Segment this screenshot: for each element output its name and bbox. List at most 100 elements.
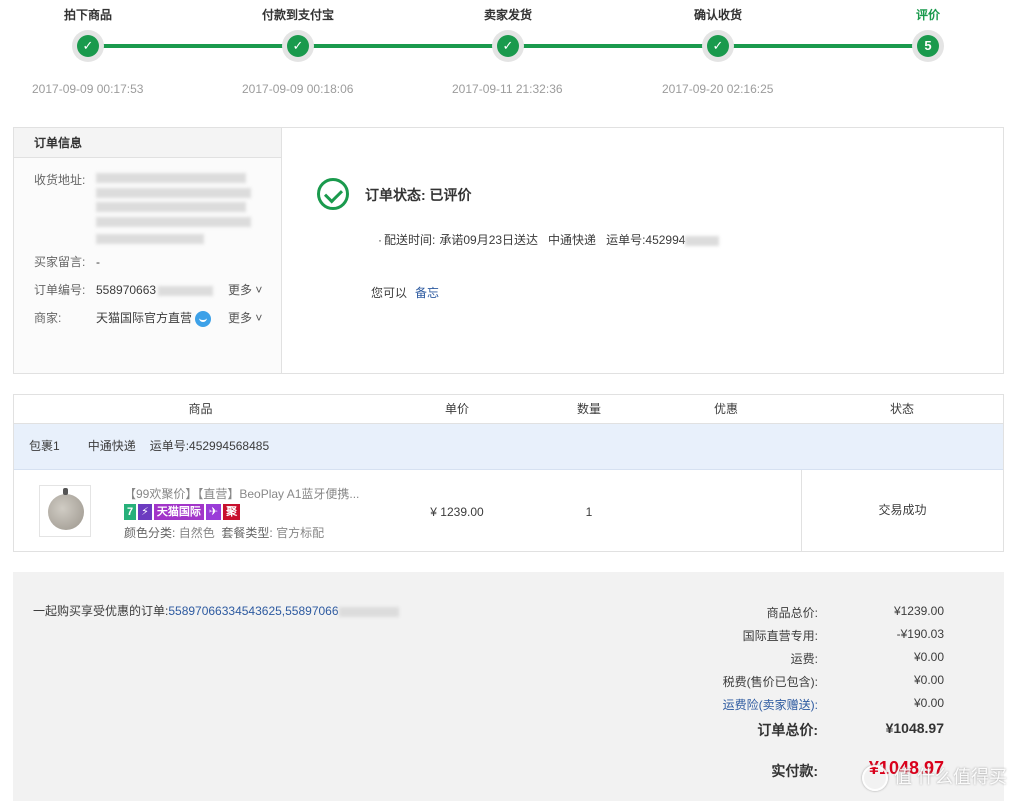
progress-step-5: 评价 5 — [838, 0, 1017, 62]
step-check-icon: ✓ — [282, 30, 314, 62]
watermark: 值 什么值得买 — [861, 763, 1007, 791]
order-number-redacted — [158, 285, 214, 296]
package-type-label: 套餐类型: — [221, 526, 273, 540]
step-time: 2017-09-11 21:32:36 — [452, 82, 563, 96]
juhuasuan-icon: 聚 — [223, 504, 241, 520]
package-carrier: 中通快递 — [87, 439, 136, 453]
delivery-promise: 承诺09月23日送达 — [439, 233, 539, 247]
intl-direct-value: -¥190.03 — [896, 627, 944, 641]
header-unit-price: 单价 — [444, 402, 469, 416]
order-number-value: 558970663 — [96, 283, 157, 297]
goods-table-header: 商品 单价 数量 优惠 状态 — [14, 395, 1003, 424]
buyer-message-row: 买家留言: - — [34, 253, 100, 270]
order-summary: 一起购买享受优惠的订单:55897066334543625,55897066 商… — [13, 572, 1004, 801]
quantity: 1 — [585, 505, 593, 519]
plane-icon: ✈ — [205, 504, 222, 520]
product-badges: 7 ⚡ 天猫国际 ✈ 聚 — [124, 504, 242, 520]
intl-direct-label: 国际直营专用: — [742, 629, 818, 643]
buyer-message-label: 买家留言: — [34, 255, 86, 269]
bullet-icon: · — [378, 233, 382, 247]
step-label: 确认收货 — [693, 8, 742, 22]
shipping-insurance-value: ¥0.00 — [913, 696, 944, 710]
lightning-icon: ⚡ — [138, 504, 152, 520]
summary-row: 运费: ¥0.00 — [13, 650, 1004, 670]
product-attributes: 颜色分类: 自然色 套餐类型: 官方标配 — [124, 524, 324, 541]
progress-step-3: 卖家发货 ✓ — [418, 0, 598, 62]
step-label: 评价 — [915, 8, 940, 22]
package-row: 包裹1 中通快递 运单号:452994568485 — [14, 424, 1003, 470]
goods-total-label: 商品总价: — [766, 606, 818, 620]
product-thumbnail[interactable] — [39, 485, 91, 537]
header-status: 状态 — [889, 402, 914, 416]
progress-step-1: 拍下商品 ✓ — [0, 0, 178, 62]
merchant-label: 商家: — [34, 311, 62, 325]
speaker-image — [48, 488, 84, 530]
order-number-label: 订单编号: — [34, 283, 86, 297]
check-circle-icon — [317, 178, 349, 210]
order-total-row: 订单总价: ¥1048.97 — [13, 720, 1004, 740]
actions-label: 您可以 — [371, 286, 408, 300]
step-label: 付款到支付宝 — [261, 8, 334, 22]
step-label: 卖家发货 — [483, 8, 532, 22]
seven-day-return-icon: 7 — [124, 504, 137, 520]
shipping-label: 运费: — [790, 652, 818, 666]
trade-status: 交易成功 — [801, 470, 1003, 551]
goods-total-value: ¥1239.00 — [893, 604, 944, 618]
unit-price: ¥ 1239.00 — [430, 505, 484, 519]
step-check-icon: ✓ — [492, 30, 524, 62]
chevron-down-icon: ˅ — [252, 283, 263, 297]
shipping-value: ¥0.00 — [913, 650, 944, 664]
package-name: 包裹1 — [29, 439, 60, 453]
watermark-logo-icon — [861, 765, 888, 791]
buyer-message-value: - — [96, 255, 100, 269]
chat-icon[interactable] — [195, 310, 212, 327]
address-label: 收货地址: — [34, 173, 86, 187]
product-title-link[interactable]: 【99欢聚价】【直营】BeoPlay A1蓝牙便携... — [124, 485, 359, 502]
step-time: 2017-09-20 02:16:25 — [662, 82, 774, 96]
package-type-value: 官方标配 — [276, 526, 325, 540]
merchant-more-link[interactable]: 更多 ˅ — [228, 309, 262, 326]
tmall-global-badge: 天猫国际 — [153, 504, 204, 520]
tracking-label: 运单号: — [606, 233, 646, 247]
chevron-down-icon: ˅ — [252, 311, 263, 325]
progress-step-4: 确认收货 ✓ — [628, 0, 808, 62]
order-total-value: ¥1048.97 — [885, 720, 944, 736]
step-time: 2017-09-09 00:17:53 — [32, 82, 144, 96]
step-time: 2017-09-09 00:18:06 — [242, 82, 354, 96]
order-status-title: 订单状态: 已评价 — [365, 187, 472, 203]
delivery-label: 配送时间: — [384, 233, 436, 247]
summary-row: 国际直营专用: -¥190.03 — [13, 627, 1004, 647]
step-check-icon: ✓ — [702, 30, 734, 62]
progress-step-2: 付款到支付宝 ✓ — [208, 0, 388, 62]
summary-row: 运费险(卖家赠送): ¥0.00 — [13, 696, 1004, 716]
header-discount: 优惠 — [713, 402, 738, 416]
tracking-redacted — [685, 235, 720, 246]
header-quantity: 数量 — [576, 402, 601, 416]
package-tracking: 运单号:452994568485 — [149, 439, 270, 453]
summary-row: 税费(售价已包含): ¥0.00 — [13, 673, 1004, 693]
paid-label: 实付款: — [771, 763, 818, 779]
merchant-value: 天猫国际官方直营 — [96, 311, 193, 325]
step-check-icon: ✓ — [72, 30, 104, 62]
order-progress: 拍下商品 ✓ 2017-09-09 00:17:53 付款到支付宝 ✓ 2017… — [0, 0, 1017, 110]
goods-table: 商品 单价 数量 优惠 状态 包裹1 中通快递 运单号:452994568485 【… — [13, 394, 1004, 552]
order-info-panel: 订单信息 收货地址: 买家留言: - 订单编号: 558970663 更多 ˅ 商家… — [13, 127, 1004, 374]
actions-row: 您可以 备忘 — [371, 284, 439, 301]
shipping-insurance-link[interactable]: 运费险(卖家赠送): — [723, 696, 818, 713]
order-total-label: 订单总价: — [757, 722, 818, 738]
paid-row: 实付款: ¥1048.97 — [13, 758, 1004, 784]
order-number-row: 订单编号: 558970663 — [34, 281, 214, 298]
tax-label: 税费(售价已包含): — [722, 675, 818, 689]
tax-value: ¥0.00 — [913, 673, 944, 687]
memo-link[interactable]: 备忘 — [415, 286, 439, 300]
step-number-icon: 5 — [912, 30, 944, 62]
order-more-link[interactable]: 更多 ˅ — [228, 281, 262, 298]
step-label: 拍下商品 — [63, 8, 112, 22]
address-row: 收货地址: — [34, 171, 96, 188]
order-status-area: 订单状态: 已评价 · 配送时间: 承诺09月23日送达 中通快递 运单号:452994… — [282, 128, 1003, 373]
color-value: 自然色 — [178, 526, 215, 540]
header-goods: 商品 — [188, 402, 213, 416]
order-info-heading: 订单信息 — [14, 128, 281, 158]
address-redacted — [96, 172, 254, 245]
table-row: 【99欢聚价】【直营】BeoPlay A1蓝牙便携... 7 ⚡ 天猫国际 ✈ 聚 颜色… — [14, 470, 1003, 551]
